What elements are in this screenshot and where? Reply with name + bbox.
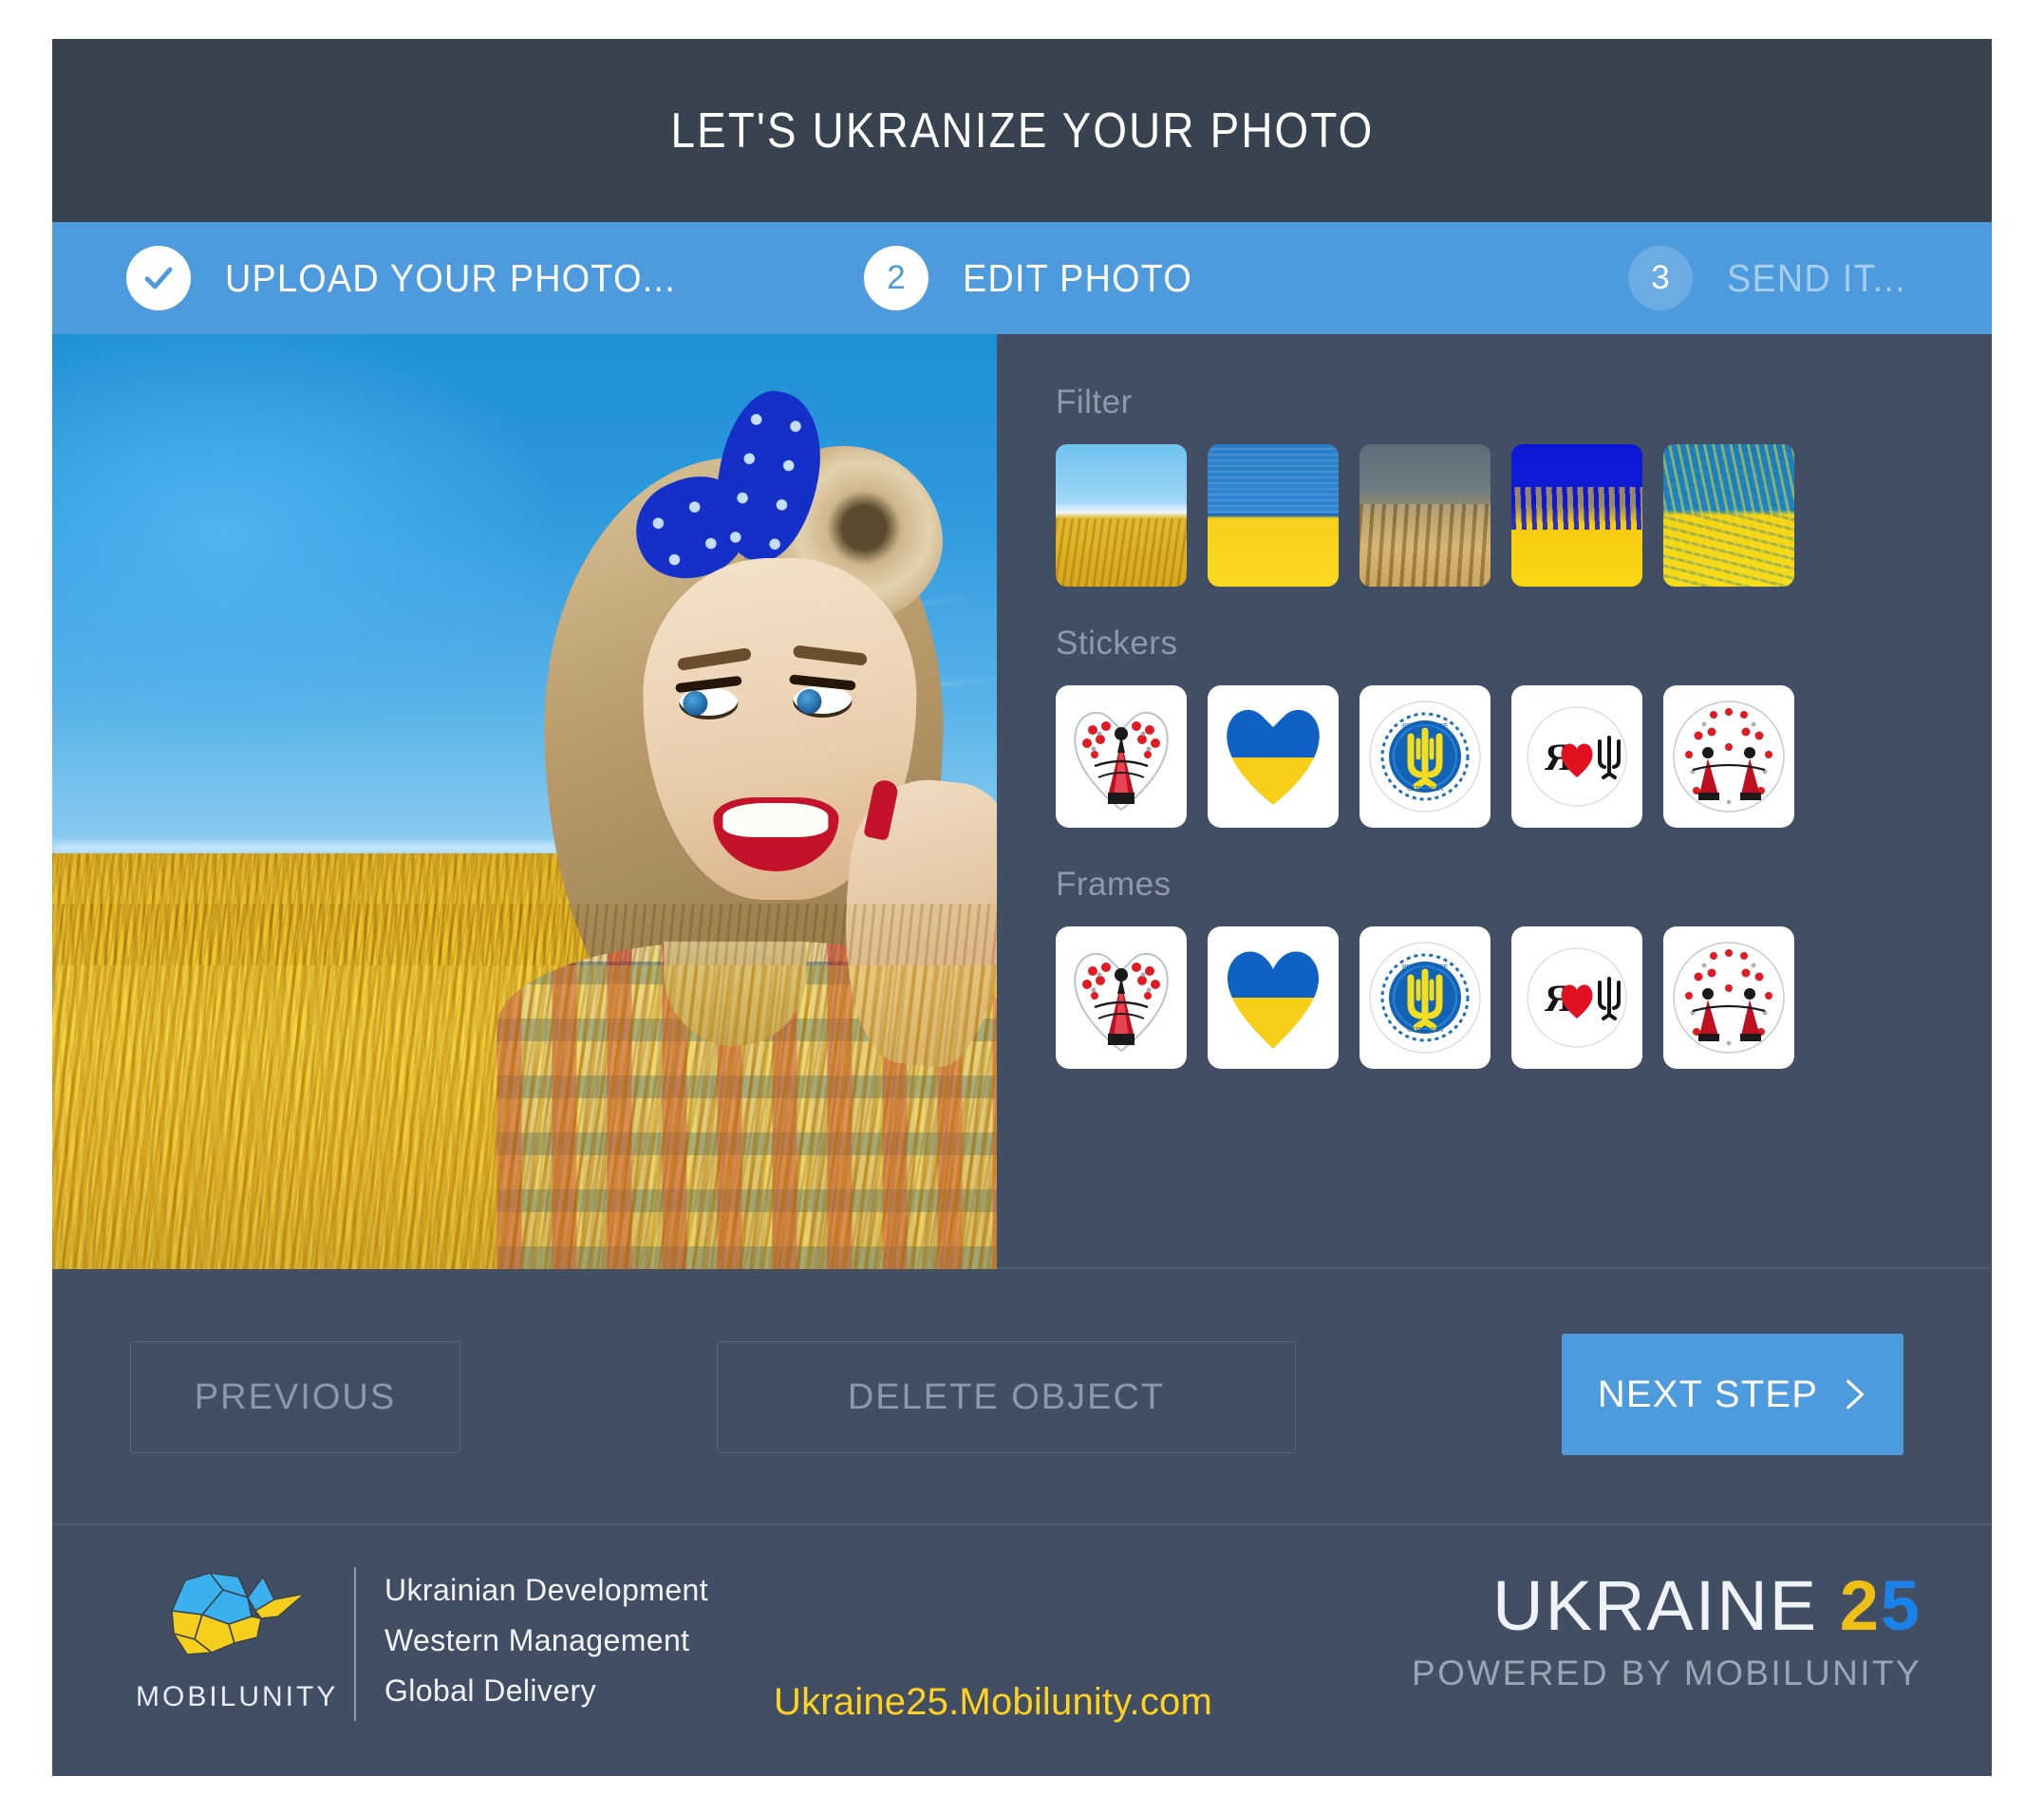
ukraine-word: UKRAINE [1492,1566,1819,1645]
ukraine25-campaign: UKRAINE 25 POWERED BY MOBILUNITY [1412,1565,1922,1693]
frame-trident-emblem[interactable]: PROUD TO BE UKRAINIAN [1360,926,1491,1069]
app-titlebar: LET'S UKRANIZE YOUR PHOTO [52,39,1992,222]
step-2-label: EDIT PHOTO [963,255,1193,300]
subject-eye-right [792,685,852,718]
tool-sidebar: Filter Stickers PROUD TO BE UKRAINIAN Я … [997,334,1992,1267]
step-2-number: 2 [887,259,906,296]
step-edit-photo[interactable]: 2 EDIT PHOTO [864,246,1212,310]
editor-area: Filter Stickers PROUD TO BE UKRAINIAN Я … [52,334,1992,1269]
next-step-label: NEXT STEP [1597,1373,1819,1415]
step-3-badge: 3 [1628,246,1693,310]
tagline-2: Western Management [384,1622,690,1657]
mobilunity-wordmark: MOBILUNITY [136,1681,339,1712]
frames-section: Frames PROUD TO BE UKRAINIAN Я [1056,866,1992,1069]
frame-flag-heart[interactable] [1208,926,1339,1069]
mobilunity-brand: MOBILUNITY Ukrainian Development Western… [136,1561,708,1730]
sticker-ya-love-ua[interactable]: Я [1511,685,1642,828]
site-url-link[interactable]: Ukraine25.Mobilunity.com [774,1681,1212,1724]
step-3-number: 3 [1651,259,1670,296]
step-send-it[interactable]: 3 SEND IT... [1628,246,1922,310]
ya-love-ua-icon: Я [1527,706,1627,807]
filter-section-title: Filter [1056,383,1133,421]
previous-button[interactable]: PREVIOUS [130,1341,460,1453]
embroidery-pair-icon [1673,701,1785,813]
trident-emblem-icon: PROUD TO BE UKRAINIAN [1369,942,1481,1054]
brand-divider [354,1567,356,1721]
subject-bandana [619,383,844,596]
photo-canvas[interactable] [52,334,997,1269]
step-1-label: UPLOAD YOUR PHOTO... [225,255,677,300]
svg-text:UKRAINIAN: UKRAINIAN [1407,786,1443,793]
embroidery-heart-icon [1074,711,1169,812]
frames-section-title: Frames [1056,866,1172,903]
filter-thumbnail-row [1056,444,1992,587]
flag-heart-icon [1228,951,1319,1049]
ya-love-ua-icon: Я [1527,947,1627,1048]
frame-ya-love-ua[interactable]: Я [1511,926,1642,1069]
stickers-section: Stickers PROUD TO BE UKRAINIAN Я [1056,625,1992,828]
filter-flag-grain[interactable] [1663,444,1794,587]
sticker-embroidery-pair[interactable] [1663,685,1794,828]
embroidery-heart-icon [1074,952,1169,1053]
svg-text:UKRAINIAN: UKRAINIAN [1407,1027,1443,1034]
sticker-flag-heart[interactable] [1208,685,1339,828]
check-icon [144,267,173,290]
sticker-trident-emblem[interactable]: PROUD TO BE UKRAINIAN [1360,685,1491,828]
page-title: LET'S UKRANIZE YOUR PHOTO [670,103,1374,159]
chevron-right-icon [1847,1379,1865,1410]
action-bar: PREVIOUS DELETE OBJECT NEXT STEP [52,1269,1992,1525]
filter-flag-vivid[interactable] [1511,444,1642,587]
wheat-foreground [52,965,997,1269]
subject-eye-left [678,687,738,720]
ukraine25-title: UKRAINE 25 [1412,1565,1922,1646]
svg-text:PROUD TO BE: PROUD TO BE [1402,964,1448,971]
filter-wheat-closeup[interactable] [1360,444,1491,587]
sticker-embroidery-heart[interactable] [1056,685,1187,828]
embroidery-pair-icon [1673,942,1785,1054]
tagline-3: Global Delivery [384,1673,596,1708]
ukraine25-digit-two: 2 [1839,1566,1881,1645]
ukraine25-digit-five: 5 [1880,1566,1922,1645]
stickers-section-title: Stickers [1056,625,1178,662]
frames-thumbnail-row: PROUD TO BE UKRAINIAN Я [1056,926,1992,1069]
frame-embroidery-heart[interactable] [1056,926,1187,1069]
subject-iris-left [682,691,707,716]
step-2-badge: 2 [864,246,928,310]
ukraine25-subtitle: POWERED BY MOBILUNITY [1412,1654,1922,1692]
step-3-label: SEND IT... [1727,255,1906,300]
trident-emblem-icon: PROUD TO BE UKRAINIAN [1369,701,1481,813]
stickers-thumbnail-row: PROUD TO BE UKRAINIAN Я [1056,685,1992,828]
flag-heart-icon [1227,709,1320,805]
frame-embroidery-pair[interactable] [1663,926,1794,1069]
step-1-badge [126,246,191,310]
subject-teeth [722,803,829,838]
brand-taglines: Ukrainian Development Western Management… [384,1561,708,1715]
filter-flag-flat[interactable] [1208,444,1339,587]
whale-logo-icon [171,1572,306,1655]
step-upload-photo[interactable]: UPLOAD YOUR PHOTO... [126,246,715,310]
tagline-1: Ukrainian Development [384,1573,709,1607]
next-step-button[interactable]: NEXT STEP [1562,1334,1903,1455]
mobilunity-logo: MOBILUNITY [136,1561,339,1713]
subject-iris-right [796,689,821,714]
ukranize-photo-app: LET'S UKRANIZE YOUR PHOTO UPLOAD YOUR PH… [52,39,1992,1776]
step-progress-bar: UPLOAD YOUR PHOTO... 2 EDIT PHOTO 3 SEND… [52,222,1992,334]
filter-section: Filter [1056,383,1992,587]
svg-text:PROUD TO BE: PROUD TO BE [1402,723,1448,730]
app-footer: MOBILUNITY Ukrainian Development Western… [52,1525,1992,1776]
delete-object-button[interactable]: DELETE OBJECT [717,1341,1296,1453]
filter-wheat-field[interactable] [1056,444,1187,587]
